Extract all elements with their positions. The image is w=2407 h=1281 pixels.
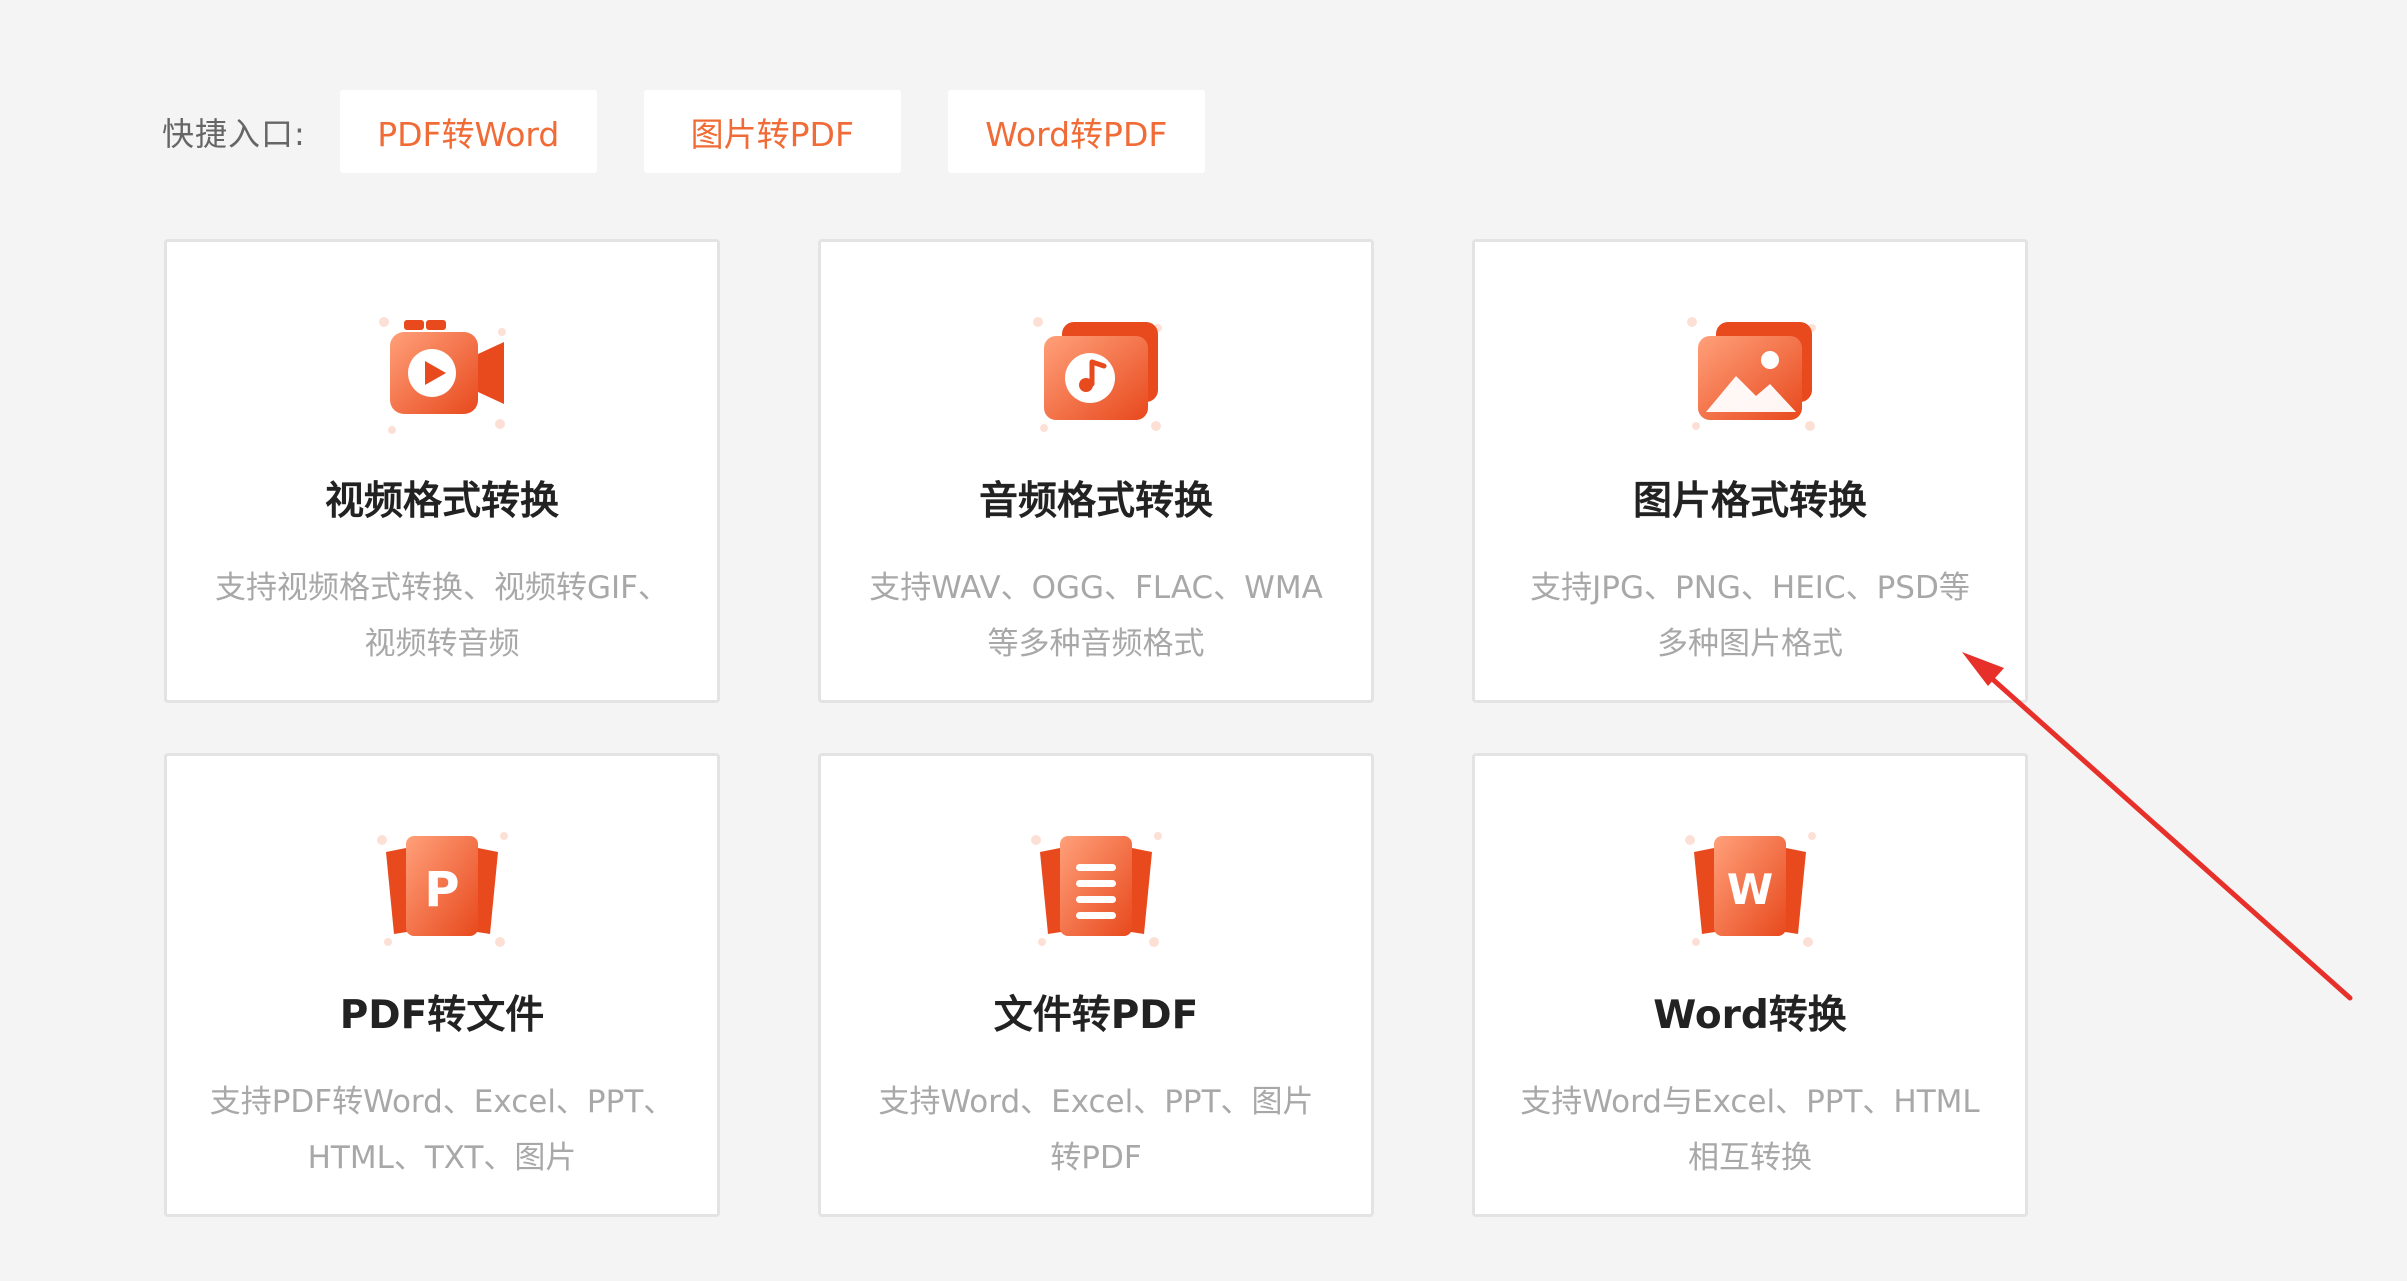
svg-text:W: W — [1727, 865, 1773, 914]
card-video-convert[interactable]: 视频格式转换 支持视频格式转换、视频转GIF、 视频转音频 — [164, 239, 720, 703]
card-description: 支持Word、Excel、PPT、图片 转PDF — [878, 1084, 1314, 1176]
card-title: 音频格式转换 — [978, 479, 1213, 524]
card-title: 图片格式转换 — [1632, 479, 1867, 524]
card-description: 支持JPG、PNG、HEIC、PSD等 多种图片格式 — [1530, 570, 1970, 662]
card-description: 支持Word与Excel、PPT、HTML 相互转换 — [1520, 1084, 1980, 1176]
card-title: 视频格式转换 — [324, 479, 559, 524]
card-word-convert[interactable]: W Word转换 支持Word与Excel、PPT、HTML 相互转换 — [1472, 753, 2028, 1217]
document-lines-icon — [1016, 806, 1176, 966]
card-title: PDF转文件 — [339, 993, 545, 1038]
card-description: 支持WAV、OGG、FLAC、WMA 等多种音频格式 — [869, 570, 1323, 662]
video-camera-icon — [362, 292, 522, 452]
card-description: 支持PDF转Word、Excel、PPT、 HTML、TXT、图片 — [209, 1084, 675, 1176]
card-pdf-to-file[interactable]: P PDF转文件 支持PDF转Word、Excel、PPT、 HTML、TXT、… — [164, 753, 720, 1217]
converter-grid: 视频格式转换 支持视频格式转换、视频转GIF、 视频转音频 音频格式转换 支持W… — [164, 239, 2028, 1217]
card-audio-convert[interactable]: 音频格式转换 支持WAV、OGG、FLAC、WMA 等多种音频格式 — [818, 239, 1374, 703]
quick-btn-image-to-pdf[interactable]: 图片转PDF — [643, 90, 901, 173]
quick-btn-word-to-pdf[interactable]: Word转PDF — [947, 90, 1205, 173]
pdf-p-icon: P — [362, 806, 522, 966]
quick-entry-bar: 快捷入口: PDF转Word 图片转PDF Word转PDF — [162, 90, 1252, 173]
svg-text:P: P — [424, 862, 459, 918]
word-w-icon: W — [1670, 806, 1830, 966]
card-file-to-pdf[interactable]: 文件转PDF 支持Word、Excel、PPT、图片 转PDF — [818, 753, 1374, 1217]
card-description: 支持视频格式转换、视频转GIF、 视频转音频 — [215, 570, 669, 662]
music-note-icon — [1016, 292, 1176, 452]
card-image-convert[interactable]: 图片格式转换 支持JPG、PNG、HEIC、PSD等 多种图片格式 — [1472, 239, 2028, 703]
quick-btn-pdf-to-word[interactable]: PDF转Word — [339, 90, 597, 173]
card-title: 文件转PDF — [993, 993, 1199, 1038]
quick-entry-label: 快捷入口: — [162, 114, 306, 153]
card-title: Word转换 — [1653, 993, 1847, 1038]
image-icon — [1670, 292, 1830, 452]
